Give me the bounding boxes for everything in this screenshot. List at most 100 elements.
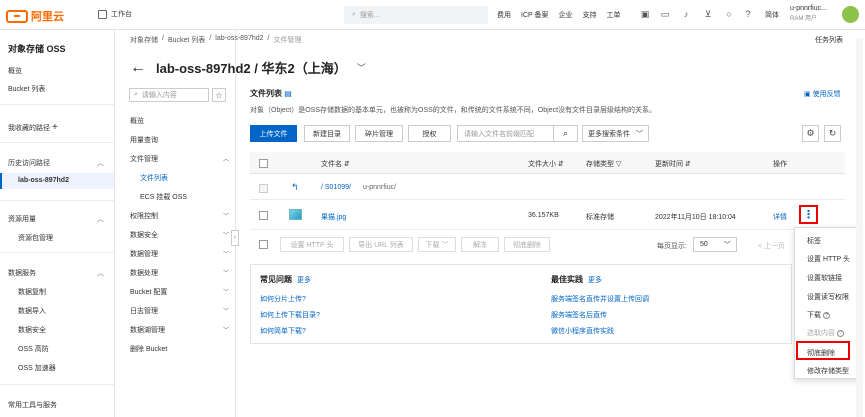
chevron-down-icon[interactable]: ﹀ [357, 61, 366, 74]
sidebar-group-resources[interactable]: 资源用量 [8, 214, 36, 224]
per-page-select[interactable]: 50 ﹀ [693, 237, 737, 252]
faq-link[interactable]: 如何简单下载? [260, 326, 306, 336]
more-search-dropdown[interactable]: 更多搜索条件 ﹀ [582, 125, 649, 142]
authorize-button[interactable]: 授权 [408, 125, 451, 142]
scrollbar[interactable] [856, 38, 863, 417]
fragment-mgmt-button[interactable]: 碎片管理 [355, 125, 403, 142]
help-icon[interactable]: ? [743, 9, 753, 19]
sidebar-item-accelerator[interactable]: OSS 加速器 [18, 363, 56, 373]
subnav-item-data-mgmt[interactable]: 数据管理 [130, 249, 158, 259]
sidebar-item-import[interactable]: 数据导入 [18, 306, 46, 316]
sidebar-item-data-security[interactable]: 数据安全 [18, 325, 46, 335]
bulk-set-http-header-button[interactable]: 设置 HTTP 头 [280, 237, 344, 252]
subnav-item-file-list[interactable]: 文件列表 [140, 173, 168, 183]
avatar[interactable] [842, 6, 859, 23]
sidebar-item-anti-ddos[interactable]: OSS 高防 [18, 344, 49, 354]
best-practice-link[interactable]: 微信小程序直传实践 [551, 326, 614, 336]
file-name-link[interactable]: 果猫.jpg [321, 212, 346, 222]
chevron-down-icon[interactable]: ﹀ [223, 230, 229, 239]
global-search[interactable]: ⌕ 搜索... [344, 6, 488, 24]
nav-billing[interactable]: 费用 [497, 10, 511, 20]
nav-icp[interactable]: ICP 备案 [521, 10, 549, 20]
chevron-up-icon[interactable]: ︿ [97, 268, 104, 278]
select-all-checkbox[interactable] [259, 159, 268, 168]
workspace-link[interactable]: 工作台 [98, 9, 132, 19]
bulk-delete-button[interactable]: 彻底删除 [504, 237, 550, 252]
upload-button[interactable]: 上传文件 [250, 125, 297, 142]
chevron-up-icon[interactable]: ︿ [97, 158, 104, 168]
doc-icon[interactable]: ▤ [284, 89, 292, 98]
menu-item-change-storage-class[interactable]: 修改存储类型 [807, 366, 849, 376]
logo[interactable]: 阿里云 [6, 8, 64, 24]
feedback-link[interactable]: ▣ 使用反馈 [804, 89, 841, 99]
terminal-icon[interactable]: ▣ [640, 9, 650, 19]
nav-enterprise[interactable]: 企业 [559, 10, 573, 20]
menu-item-symlink[interactable]: 设置软链接 [807, 273, 842, 283]
image-thumbnail[interactable] [289, 209, 302, 220]
sidebar-item-bucket-list[interactable]: Bucket 列表 [8, 84, 45, 94]
parent-path-link[interactable]: / S01099/ [321, 184, 351, 191]
best-practice-link[interactable]: 服务端签名后直传 [551, 310, 607, 320]
crumb-bucket-list[interactable]: Bucket 列表 [168, 35, 205, 45]
search-icon[interactable]: ⌕ [553, 125, 578, 142]
chevron-up-icon[interactable]: ︿ [97, 214, 104, 224]
best-practice-more-link[interactable]: 更多 [588, 275, 602, 285]
settings-icon[interactable]: ⚙ [802, 125, 819, 142]
prev-page-button[interactable]: < 上一页 [758, 241, 785, 251]
sidebar-item-tools[interactable]: 常用工具与服务 [8, 400, 57, 410]
subnav-item-delete-bucket[interactable]: 删除 Bucket [130, 344, 167, 354]
sidebar-item-overview[interactable]: 概览 [8, 66, 22, 76]
chevron-down-icon[interactable]: ﹀ [223, 306, 229, 315]
subnav-item-usage[interactable]: 用量查询 [130, 135, 158, 145]
refresh-icon[interactable]: ↻ [824, 125, 841, 142]
nav-support[interactable]: 支持 [583, 10, 597, 20]
subnav-item-access-control[interactable]: 权限控制 [130, 211, 158, 221]
sidebar-group-data-services[interactable]: 数据服务 [8, 268, 36, 278]
subnav-group-file-mgmt[interactable]: 文件管理 [130, 154, 158, 164]
bell-icon[interactable]: ♪ [681, 9, 691, 19]
chevron-down-icon[interactable]: ﹀ [223, 287, 229, 296]
col-updated[interactable]: 更新时间 ⇵ [655, 159, 691, 169]
language-switch[interactable]: 简体 [765, 10, 779, 20]
back-arrow-icon[interactable]: ← [130, 59, 146, 77]
menu-item-tags[interactable]: 标签 [807, 236, 821, 246]
faq-link[interactable]: 如何上传下载目录? [260, 310, 320, 320]
new-directory-button[interactable]: 新建目录 [304, 125, 350, 142]
menu-item-acl[interactable]: 设置读写权限 [807, 292, 849, 302]
row-checkbox[interactable] [259, 211, 268, 220]
bulk-unfreeze-button[interactable]: 解冻 [461, 237, 499, 252]
file-prefix-search-input[interactable]: 请输入文件名前缀匹配 [457, 125, 554, 142]
crumb-bucket[interactable]: lab-oss-897hd2 [215, 35, 263, 45]
col-size[interactable]: 文件大小 ⇵ [528, 159, 564, 169]
bulk-export-url-button[interactable]: 导出 URL 列表 [349, 237, 413, 252]
faq-link[interactable]: 如何分片上传? [260, 294, 306, 304]
more-actions-icon[interactable]: ⋮ [799, 205, 818, 224]
sidebar-item-resource-pack[interactable]: 资源包管理 [18, 233, 53, 243]
faq-more-link[interactable]: 更多 [297, 275, 311, 285]
return-arrow-icon[interactable]: ↰ [291, 182, 299, 193]
subnav-item-data-lake[interactable]: 数据湖管理 [130, 325, 165, 335]
col-storage[interactable]: 存储类型 ▽ [586, 159, 621, 169]
plus-icon[interactable]: + [52, 122, 58, 133]
detail-link[interactable]: 详情 [773, 212, 787, 222]
nav-ticket[interactable]: 工单 [607, 10, 621, 20]
subnav-item-overview[interactable]: 概览 [130, 116, 144, 126]
user-menu[interactable]: u-pnnrfiuc... RAM 用户 [790, 4, 827, 24]
bulk-select-checkbox[interactable] [259, 240, 268, 249]
subnav-item-data-security[interactable]: 数据安全 [130, 230, 158, 240]
subnav-item-data-processing[interactable]: 数据处理 [130, 268, 158, 278]
cart-icon[interactable]: ⊻ [703, 9, 713, 19]
chevron-down-icon[interactable]: ﹀ [223, 325, 229, 334]
chevron-down-icon[interactable]: ﹀ [223, 249, 229, 258]
best-practice-link[interactable]: 服务端签名直传并设置上传回调 [551, 294, 649, 304]
task-list-link[interactable]: 任务列表 [815, 35, 843, 45]
col-name[interactable]: 文件名 ⇵ [321, 159, 350, 169]
menu-item-http-header[interactable]: 设置 HTTP 头 [807, 254, 850, 264]
sidebar-item-replication[interactable]: 数据复制 [18, 287, 46, 297]
collapse-subnav-button[interactable]: ‹ [231, 230, 239, 246]
subnav-item-bucket-config[interactable]: Bucket 配置 [130, 287, 167, 297]
sidebar-group-history[interactable]: 历史访问路径 [8, 158, 50, 168]
chevron-down-icon[interactable]: ﹀ [223, 268, 229, 277]
subnav-item-ecs-mount[interactable]: ECS 挂载 OSS [140, 192, 187, 202]
lightbulb-icon[interactable]: ○ [724, 9, 734, 19]
